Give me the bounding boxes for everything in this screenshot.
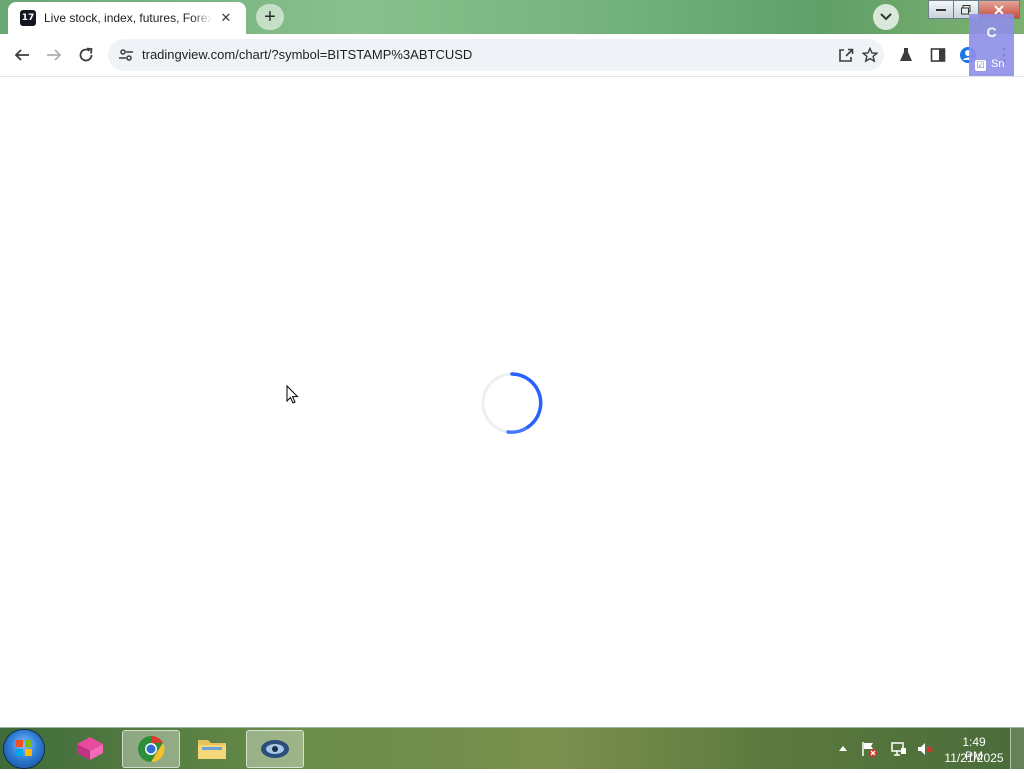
restore-icon — [961, 4, 971, 14]
browser-tab[interactable]: 17 Live stock, index, futures, Forex and… — [8, 2, 246, 34]
overlay-widget[interactable]: C ☑ Sn — [969, 14, 1014, 76]
tab-search-button[interactable] — [873, 4, 899, 30]
mouse-cursor-icon — [286, 384, 299, 404]
app-pink-icon — [77, 737, 103, 760]
taskbar-chrome[interactable] — [122, 730, 180, 768]
minimize-icon — [936, 8, 946, 11]
reload-icon — [79, 47, 93, 62]
overlay-checkbox[interactable]: ☑ — [975, 60, 986, 71]
reload-button[interactable] — [74, 43, 98, 67]
tab-strip: 17 Live stock, index, futures, Forex and… — [0, 0, 1024, 34]
tradingview-favicon-icon: 17 — [20, 10, 36, 26]
url-text[interactable]: tradingview.com/chart/?symbol=BITSTAMP%3… — [142, 47, 472, 62]
action-center-flag-icon[interactable] — [860, 740, 878, 758]
taskbar-network-app[interactable] — [246, 730, 304, 768]
overlay-label: Sn — [991, 58, 1005, 70]
show-desktop-button[interactable] — [1010, 728, 1024, 769]
address-bar[interactable]: tradingview.com/chart/?symbol=BITSTAMP%3… — [108, 39, 884, 71]
start-button[interactable] — [4, 730, 44, 768]
back-button[interactable] — [10, 43, 34, 67]
labs-button[interactable] — [894, 43, 918, 67]
site-info-icon[interactable] — [118, 47, 134, 63]
page-content — [0, 77, 1024, 727]
chrome-icon — [138, 735, 165, 763]
back-icon — [14, 49, 29, 61]
forward-icon — [47, 49, 62, 61]
network-status-icon[interactable] — [890, 740, 908, 758]
tray-expand-icon[interactable] — [838, 744, 848, 752]
folder-icon — [198, 740, 226, 759]
browser-toolbar: tradingview.com/chart/?symbol=BITSTAMP%3… — [0, 34, 1024, 77]
share-icon — [839, 48, 854, 62]
labs-icon — [900, 48, 912, 61]
close-icon — [994, 4, 1004, 15]
loading-spinner-icon — [481, 372, 543, 434]
overlay-letter: C — [986, 24, 997, 40]
taskbar-explorer[interactable] — [184, 730, 240, 766]
chevron-down-icon — [880, 13, 892, 21]
side-panel-button[interactable] — [926, 43, 950, 67]
share-button[interactable] — [834, 43, 858, 67]
tab-close-icon[interactable]: ✕ — [218, 10, 234, 26]
network-app-icon — [261, 740, 289, 758]
new-tab-button[interactable]: + — [256, 4, 284, 30]
clock-date[interactable]: 11/21/2025 — [940, 751, 1008, 765]
forward-button[interactable] — [42, 43, 66, 67]
volume-muted-icon[interactable] — [916, 740, 934, 758]
bookmark-button[interactable] — [858, 43, 882, 67]
taskbar: 1:49 PM 11/21/2025 — [0, 727, 1024, 769]
minimize-button[interactable] — [928, 0, 954, 19]
windows-logo-icon — [16, 740, 32, 756]
side-panel-icon — [930, 48, 946, 62]
tab-title: Live stock, index, futures, Forex and Bi… — [44, 11, 212, 25]
taskbar-app-pink[interactable] — [62, 730, 118, 766]
star-icon — [862, 47, 878, 63]
